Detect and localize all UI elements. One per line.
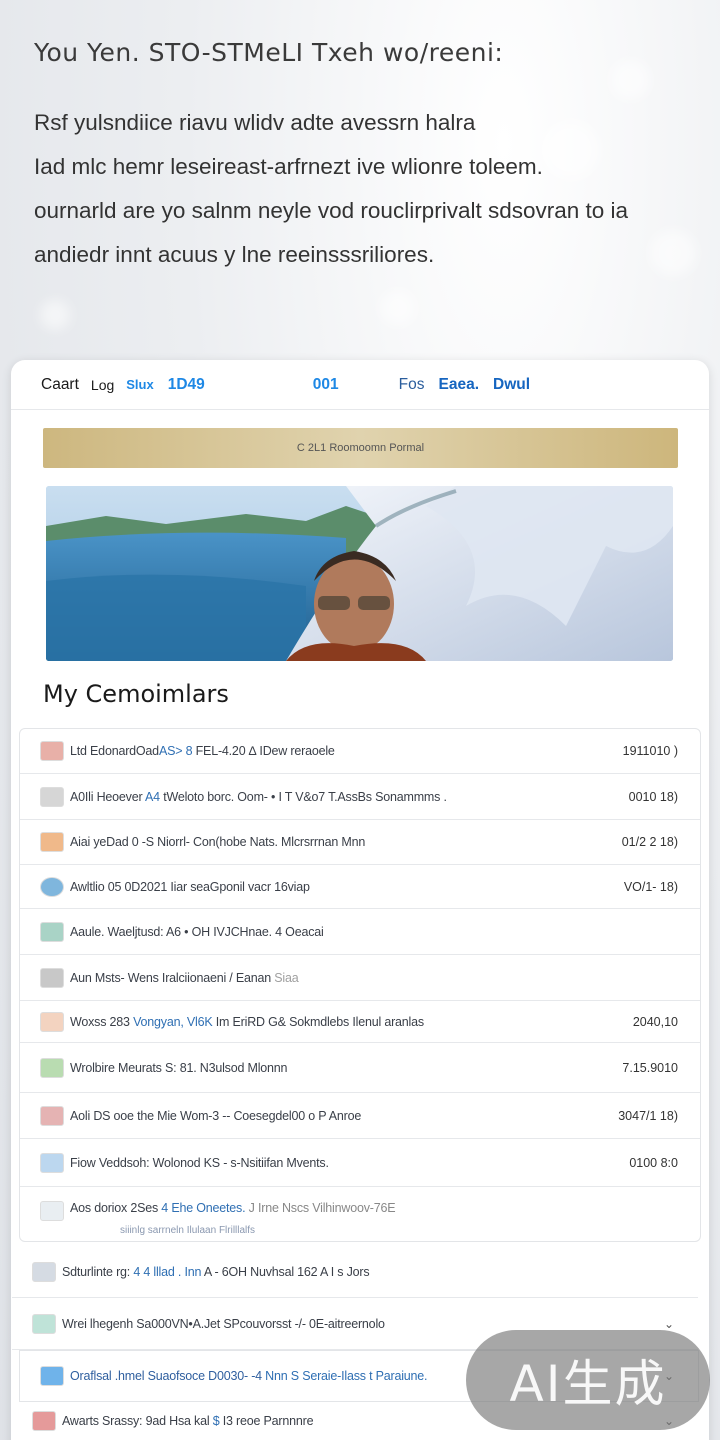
list-item-label: Ltd EdonardOadAS> 8 FEL-4.20 ∆ IDew rera…: [70, 744, 335, 758]
top-nav: Caart Log Slux 1D49 001 Fos Eaea. Dwul: [11, 360, 709, 410]
list-item-label: Aoli DS ooe the Mie Wom-3 -- Coesegdel00…: [70, 1108, 362, 1123]
nav-item-slux[interactable]: Slux: [126, 377, 153, 392]
item-thumbnail-icon: [40, 1152, 64, 1173]
list-item[interactable]: Aaule. Waeljtusd: A6 • OH IVJCHnae. 4 Oe…: [20, 909, 700, 955]
list-item-value: 1911010 ): [622, 744, 678, 758]
list-item[interactable]: Aoli DS ooe the Mie Wom-3 -- Coesegdel00…: [20, 1093, 700, 1139]
list-item[interactable]: Sdturlinte rg: 4 4 lllad . Inn A - 6OH N…: [12, 1246, 698, 1298]
item-thumbnail-icon: [40, 876, 64, 897]
list-item-value: VO/1- 18): [623, 879, 678, 894]
list-item-label: Wrei lhegenh Sa000VN•A.Jet SPcouvorsst -…: [62, 1316, 385, 1331]
list-item[interactable]: Wrolbire Meurats S: 81. N3ulsod Mlonnn 7…: [20, 1043, 700, 1093]
item-thumbnail-icon: [40, 921, 64, 942]
list-item-value: 2040,10: [632, 1014, 678, 1029]
nav-item-fos[interactable]: Fos: [399, 376, 425, 394]
item-thumbnail-icon: [40, 1366, 64, 1386]
ai-generated-watermark: AI生成: [466, 1330, 710, 1430]
nav-item-cart[interactable]: Caart: [41, 376, 79, 394]
item-list: Ltd EdonardOadAS> 8 FEL-4.20 ∆ IDew rera…: [19, 728, 701, 1242]
list-item-label: A0Ili Heoever A4 tWeloto borc. Oom- • I …: [70, 789, 447, 804]
intro-block: You Yen. STO-STMeLI Txeh wo/reeni: Rsf y…: [34, 38, 684, 277]
item-thumbnail-icon: [40, 786, 64, 807]
item-thumbnail-icon: [40, 1105, 64, 1126]
watermark-text: AI生成: [509, 1355, 667, 1413]
list-item-sublabel: siiinlg sarrneln Ilulaan Flrilllalfs: [120, 1225, 256, 1236]
promo-banner-text: C 2L1 Roomoomn Pormal: [296, 442, 425, 454]
section-title: My Cemoimlars: [43, 680, 229, 708]
nav-item-log[interactable]: Log: [91, 377, 114, 393]
list-item-label: Sdturlinte rg: 4 4 lllad . Inn A - 6OH N…: [62, 1264, 370, 1279]
list-item[interactable]: Fiow Veddsoh: Wolonod KS - s-Nsitiifan M…: [20, 1139, 700, 1187]
list-item[interactable]: A0Ili Heoever A4 tWeloto borc. Oom- • I …: [20, 774, 700, 820]
intro-title: You Yen. STO-STMeLI Txeh wo/reeni:: [34, 38, 504, 67]
list-item-value: 0100 8:0: [629, 1155, 678, 1170]
list-item[interactable]: Woxss 283 Vongyan, Vl6K Im EriRD G& Sokm…: [20, 1001, 700, 1043]
list-item[interactable]: Aun Msts- Wens Iralciionaeni / Eanan Sia…: [20, 955, 700, 1001]
item-thumbnail-icon: [40, 741, 64, 761]
intro-line: ournarld are yo salnm neyle vod rouclirp…: [34, 198, 629, 223]
list-item[interactable]: Aos doriox 2Ses 4 Ehe Oneetes. J Irne Ns…: [20, 1187, 700, 1243]
item-thumbnail-icon: [40, 1011, 64, 1032]
list-item-label: Fiow Veddsoh: Wolonod KS - s-Nsitiifan M…: [70, 1155, 329, 1170]
list-item[interactable]: Ltd EdonardOadAS> 8 FEL-4.20 ∆ IDew rera…: [20, 729, 700, 774]
item-thumbnail-icon: [40, 832, 64, 852]
list-item-label: Aiai yeDad 0 -S Niorrl- Con(hobe Nats. M…: [70, 835, 366, 849]
hero-landscape: [46, 486, 673, 661]
intro-line: Rsf yulsndiice riavu wlidv adte avessrn …: [34, 110, 476, 135]
promo-banner[interactable]: C 2L1 Roomoomn Pormal: [43, 428, 678, 468]
nav-item-dwul[interactable]: Dwul: [493, 376, 530, 394]
item-thumbnail-icon: [32, 1411, 56, 1431]
chevron-down-icon[interactable]: ⌄: [664, 1317, 674, 1331]
list-item-value: 01/2 2 18): [621, 835, 678, 849]
item-thumbnail-icon: [40, 967, 64, 988]
list-item-label: Woxss 283 Vongyan, Vl6K Im EriRD G& Sokm…: [70, 1014, 424, 1029]
intro-line: andiedr innt acuus y lne reeinsssriliore…: [34, 242, 435, 267]
list-item-label: Awltlio 05 0D2021 Iiar seaGponil vacr 16…: [70, 879, 310, 894]
list-item[interactable]: Awltlio 05 0D2021 Iiar seaGponil vacr 16…: [20, 865, 700, 909]
intro-line: Iad mlc hemr leseireast-arfrnezt ive wli…: [34, 154, 543, 179]
list-item-value: 3047/1 18): [618, 1108, 678, 1123]
list-item-value: 0010 18): [628, 789, 678, 804]
item-thumbnail-icon: [32, 1261, 56, 1282]
nav-item-1d49[interactable]: 1D49: [168, 376, 205, 394]
hero-image: [46, 486, 673, 661]
item-thumbnail-icon: [32, 1313, 56, 1334]
list-item-label: Aaule. Waeljtusd: A6 • OH IVJCHnae. 4 Oe…: [70, 924, 324, 939]
list-item-label: Wrolbire Meurats S: 81. N3ulsod Mlonnn: [70, 1060, 288, 1075]
background-bokeh: [380, 290, 416, 326]
list-item-label: Aun Msts- Wens Iralciionaeni / Eanan Sia…: [70, 970, 299, 985]
list-item-label: Aos doriox 2Ses 4 Ehe Oneetes. J Irne Ns…: [70, 1201, 396, 1215]
list-item[interactable]: Aiai yeDad 0 -S Niorrl- Con(hobe Nats. M…: [20, 820, 700, 865]
item-thumbnail-icon: [40, 1201, 64, 1221]
list-item-value: 7.15.9010: [622, 1060, 678, 1075]
item-thumbnail-icon: [40, 1057, 64, 1078]
nav-item-eaea[interactable]: Eaea.: [439, 376, 480, 394]
background-bokeh: [40, 300, 70, 330]
nav-item-001[interactable]: 001: [313, 376, 339, 394]
